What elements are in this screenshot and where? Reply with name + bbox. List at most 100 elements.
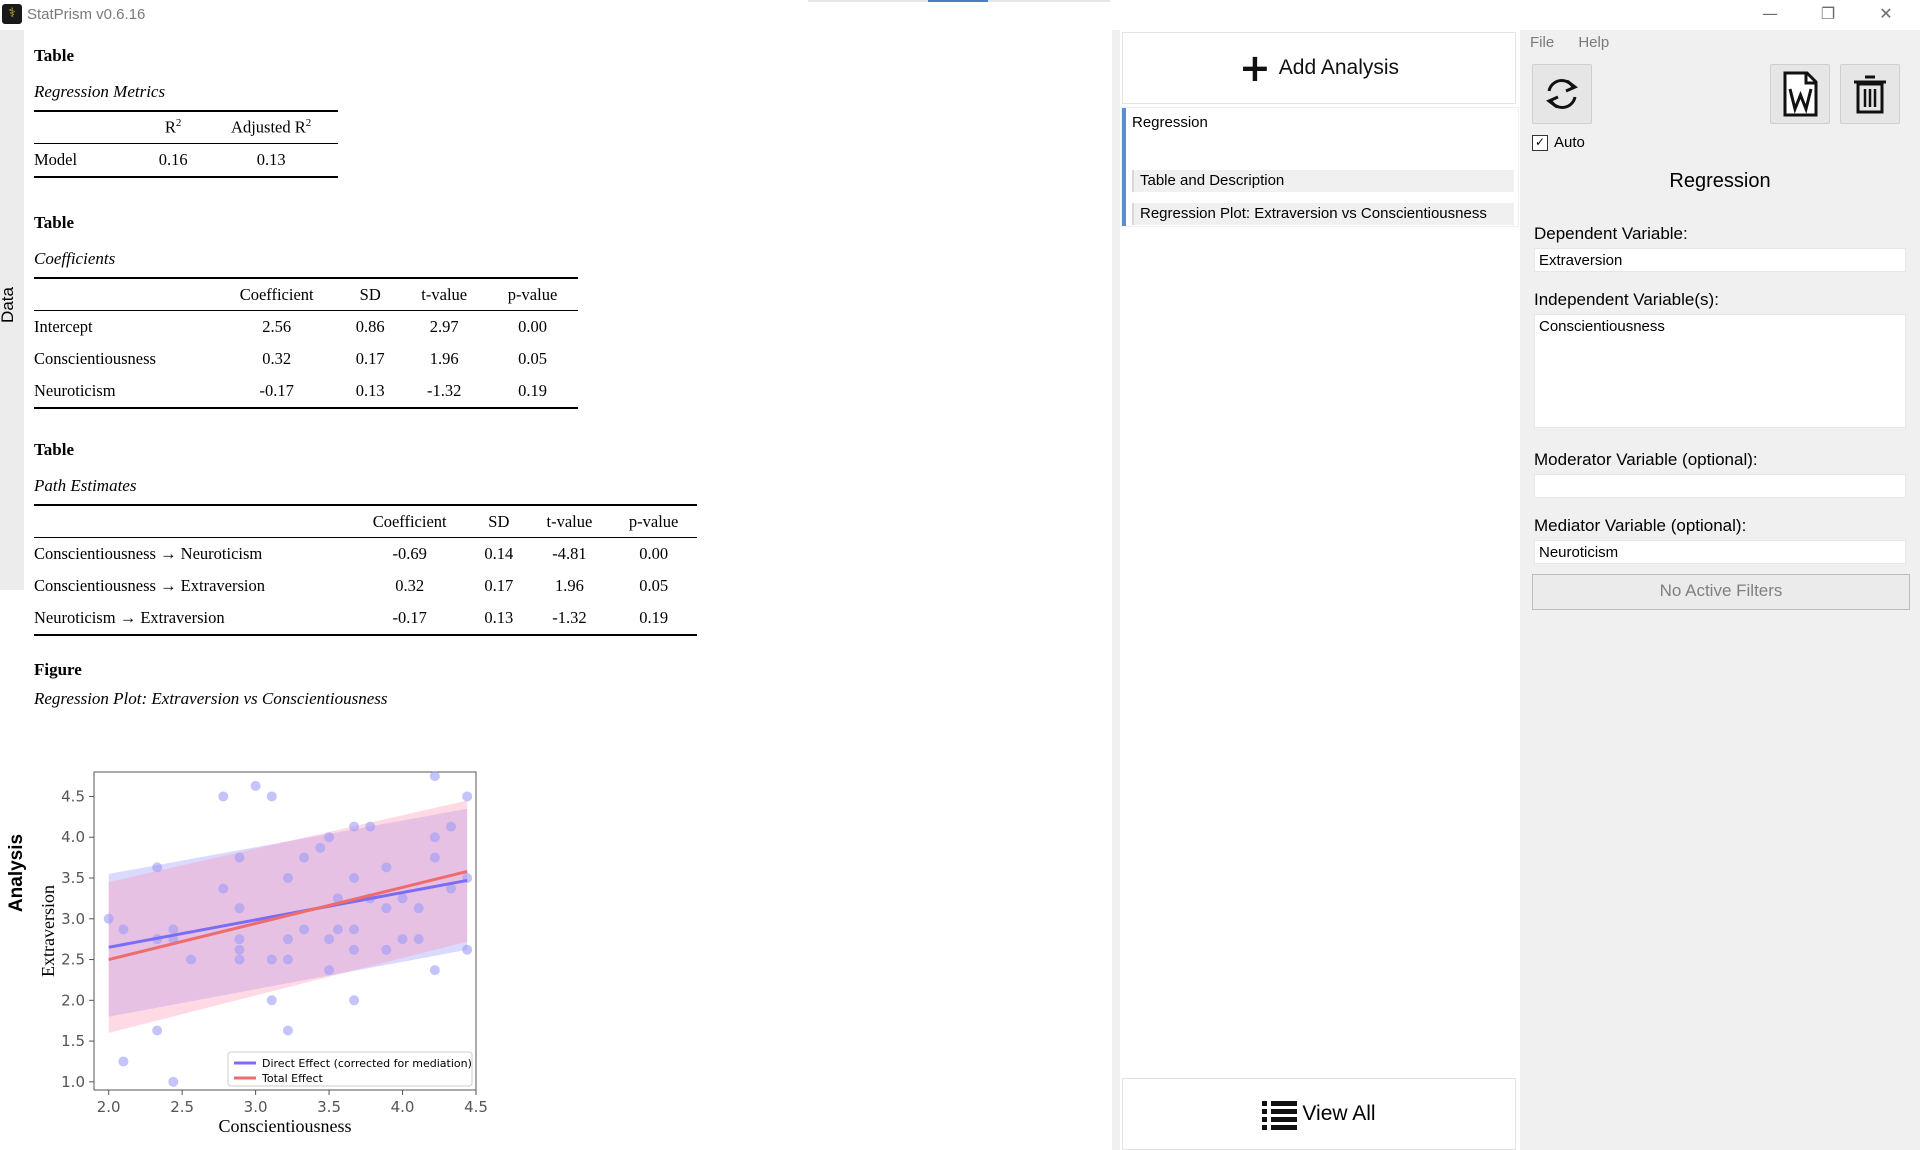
- column-header: p-value: [628, 511, 679, 531]
- data-point: [282, 1025, 293, 1036]
- close-window-button[interactable]: ✕: [1864, 2, 1908, 26]
- table-row: Conscientiousness → Extraversion 0.32 0.17…: [34, 570, 697, 602]
- analysis-output-item[interactable]: Regression Plot: Extraversion vs Conscie…: [1132, 203, 1514, 225]
- table-cell: 1.96: [554, 576, 584, 595]
- y-tick-label: 1.0: [61, 1073, 85, 1091]
- table-cell: 0.00: [639, 544, 669, 563]
- delete-button[interactable]: [1840, 64, 1900, 124]
- data-point: [234, 944, 245, 955]
- data-point: [234, 903, 245, 914]
- panel-splitter[interactable]: [1112, 30, 1120, 1150]
- coefficients-table: Coefficient SD t-value p-value Intercept 2.56…: [34, 277, 578, 409]
- column-header: t-value: [546, 511, 593, 531]
- table-cell: -0.17: [392, 608, 427, 627]
- progress-fill: [928, 0, 988, 2]
- x-tick-label: 2.5: [170, 1098, 194, 1116]
- table-cell: 2.97: [429, 317, 459, 336]
- table-cell: Conscientiousness → Neuroticism: [34, 544, 263, 563]
- table-cell: Neuroticism: [34, 381, 116, 400]
- menu-bar: File Help: [1530, 34, 1629, 51]
- data-point: [266, 995, 277, 1006]
- data-point: [152, 1025, 163, 1036]
- view-all-label: View All: [1302, 1102, 1376, 1125]
- settings-title: Regression: [1669, 170, 1771, 192]
- table3-caption: Path Estimates: [34, 476, 137, 495]
- table-cell: Conscientiousness → Extraversion: [34, 576, 265, 595]
- menu-file[interactable]: File: [1530, 34, 1554, 51]
- dependent-variable-label: Dependent Variable:: [1534, 224, 1688, 243]
- column-header: Coefficient: [239, 284, 314, 304]
- data-point: [462, 791, 473, 802]
- data-point: [234, 934, 245, 945]
- table-cell: 0.14: [484, 544, 514, 563]
- table-cell: 0.05: [639, 576, 669, 595]
- data-tab[interactable]: Data: [0, 30, 24, 590]
- analysis-tab[interactable]: Analysis: [0, 590, 27, 1150]
- close-icon: ✕: [1879, 4, 1893, 23]
- table1-heading: Table: [34, 46, 75, 65]
- x-tick-label: 4.5: [464, 1098, 488, 1116]
- data-point: [349, 873, 360, 883]
- data-point: [381, 944, 392, 955]
- data-point: [413, 934, 424, 945]
- table-cell: 0.32: [395, 576, 425, 595]
- data-point: [118, 1056, 129, 1067]
- table-cell: Conscientiousness: [34, 349, 156, 368]
- data-point: [429, 852, 440, 863]
- data-point: [324, 965, 335, 976]
- column-header: SD: [359, 284, 381, 304]
- x-tick-label: 2.0: [97, 1098, 121, 1116]
- x-tick-label: 3.0: [244, 1098, 268, 1116]
- table-cell: 0.13: [355, 381, 385, 400]
- data-point: [282, 934, 293, 945]
- restore-button[interactable]: ❐: [1806, 2, 1850, 26]
- data-point: [397, 934, 408, 945]
- mediator-variable-label: Mediator Variable (optional):: [1534, 516, 1747, 535]
- minimize-button[interactable]: —: [1748, 2, 1792, 26]
- legend-label: Direct Effect (corrected for mediation): [262, 1057, 472, 1070]
- loading-progress-bar: [808, 0, 1110, 2]
- settings-panel: File Help ✓ Auto Regression Dependent Va…: [1520, 30, 1920, 1150]
- figure-heading: Figure: [34, 660, 82, 679]
- column-header: [34, 505, 350, 538]
- table-cell: Intercept: [34, 317, 93, 336]
- moderator-variable-field[interactable]: [1534, 474, 1906, 498]
- data-point: [381, 862, 392, 873]
- col-r2: R2: [164, 117, 182, 137]
- view-all-button[interactable]: View All: [1122, 1078, 1516, 1150]
- filters-button[interactable]: No Active Filters: [1532, 574, 1910, 610]
- column-header: Coefficient: [372, 511, 447, 531]
- menu-help[interactable]: Help: [1578, 34, 1609, 51]
- table-cell: -1.32: [427, 381, 462, 400]
- refresh-button[interactable]: [1532, 64, 1592, 124]
- data-point: [282, 954, 293, 965]
- data-point: [218, 883, 229, 894]
- data-point: [185, 954, 196, 965]
- table-row: Neuroticism → Extraversion -0.17 0.13 -1.32…: [34, 602, 697, 635]
- word-document-icon: [1783, 71, 1818, 117]
- analysis-output-item[interactable]: Table and Description: [1132, 170, 1514, 192]
- dependent-variable-field[interactable]: Extraversion: [1534, 248, 1906, 272]
- export-word-button[interactable]: [1770, 64, 1830, 124]
- analysis-card-regression[interactable]: Regression Table and Description Regress…: [1122, 108, 1518, 226]
- data-point: [299, 852, 310, 863]
- table-cell: 0.86: [355, 317, 385, 336]
- data-tab-label: Data: [0, 287, 17, 323]
- data-point: [381, 903, 392, 914]
- data-point: [103, 913, 114, 924]
- mediator-variable-field[interactable]: Neuroticism: [1534, 540, 1906, 564]
- data-point: [446, 821, 457, 832]
- table-row: Model 0.16 0.13: [34, 144, 338, 177]
- data-point: [429, 832, 440, 843]
- auto-toggle[interactable]: ✓ Auto: [1532, 134, 1585, 151]
- minimize-icon: —: [1762, 4, 1778, 23]
- path-estimates-table: Coefficient SD t-value p-value Conscientious…: [34, 504, 697, 636]
- trash-icon: [1854, 75, 1886, 114]
- add-analysis-button[interactable]: + Add Analysis: [1122, 32, 1516, 104]
- independent-variable-field[interactable]: Conscientiousness: [1534, 314, 1906, 428]
- data-point: [365, 821, 376, 832]
- y-tick-label: 4.5: [61, 787, 85, 805]
- auto-checkbox[interactable]: ✓: [1532, 134, 1548, 151]
- data-point: [349, 995, 360, 1006]
- table-cell: 0.17: [484, 576, 514, 595]
